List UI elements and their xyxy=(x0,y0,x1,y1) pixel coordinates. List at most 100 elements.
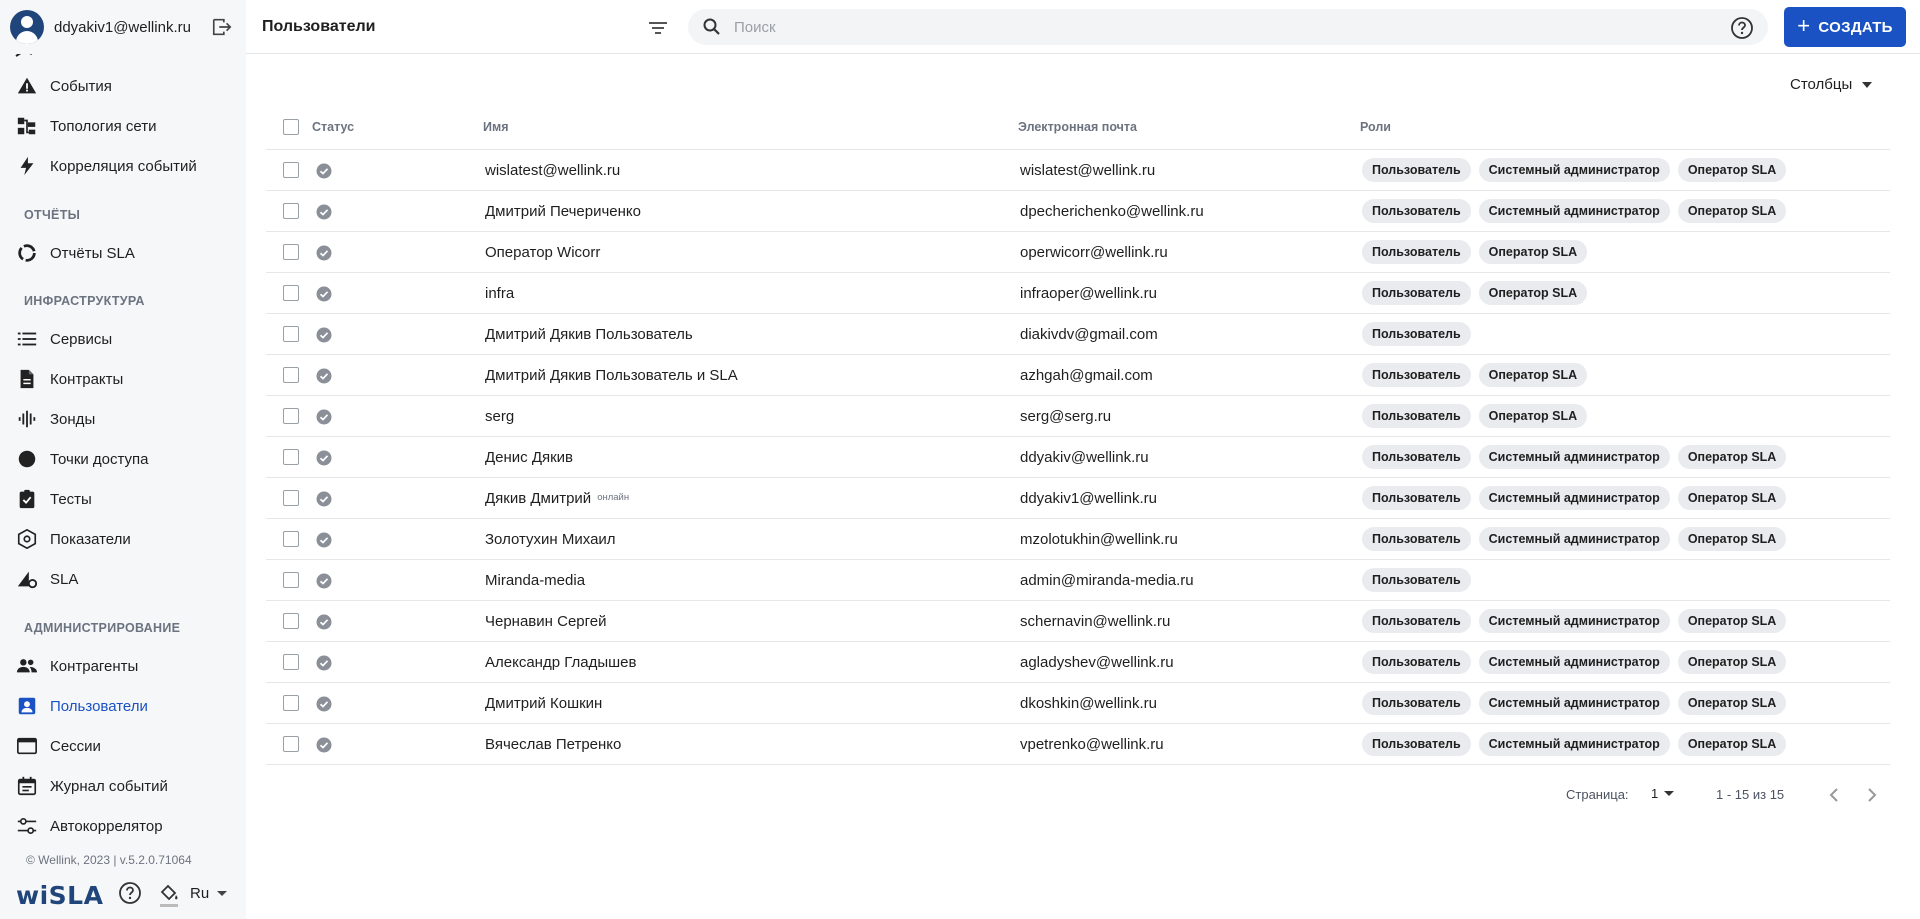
row-checkbox[interactable] xyxy=(283,531,299,547)
copyright: © Wellink, 2023 | v.5.2.0.71064 xyxy=(26,853,192,867)
sidebar-item-sla[interactable]: SLA xyxy=(0,559,246,599)
status-active-icon xyxy=(316,737,332,753)
row-checkbox[interactable] xyxy=(283,572,299,588)
sidebar-item-services[interactable]: Сервисы xyxy=(0,319,246,359)
people-icon xyxy=(16,655,38,677)
chevron-down-icon xyxy=(217,891,228,896)
row-checkbox[interactable] xyxy=(283,736,299,752)
prev-page-icon[interactable] xyxy=(1824,784,1844,806)
table-row[interactable]: Дмитрий Печериченко dpecherichenko@wellin… xyxy=(266,191,1890,232)
window-icon xyxy=(16,735,38,757)
sidebar-item-event-log[interactable]: Журнал событий xyxy=(0,766,246,806)
logout-icon[interactable] xyxy=(211,16,233,38)
role-chip: Системный администратор xyxy=(1478,650,1670,674)
role-chip: Оператор SLA xyxy=(1478,404,1588,428)
sidebar-item-label: События xyxy=(50,77,112,95)
row-checkbox[interactable] xyxy=(283,695,299,711)
sidebar-item-access-points[interactable]: Точки доступа xyxy=(0,439,246,479)
user-name-cell: Дмитрий Кошкин xyxy=(485,695,602,712)
role-chip: Оператор SLA xyxy=(1677,486,1787,510)
roles-cell: Пользователь xyxy=(1362,322,1471,346)
sidebar-item-tests[interactable]: Тесты xyxy=(0,479,246,519)
avatar[interactable] xyxy=(10,10,44,44)
column-header-email[interactable]: Электронная почта xyxy=(1018,120,1137,134)
user-name-cell: Оператор Wicorr xyxy=(485,244,600,261)
row-checkbox[interactable] xyxy=(283,449,299,465)
user-name: wislatest@wellink.ru xyxy=(485,162,621,179)
user-email-cell: admin@miranda-media.ru xyxy=(1020,572,1194,589)
table-row[interactable]: Чернавин Сергей schernavin@wellink.ru Поль… xyxy=(266,601,1890,642)
table-row[interactable]: Дмитрий Кошкин dkoshkin@wellink.ru Пользов… xyxy=(266,683,1890,724)
column-header-name[interactable]: Имя xyxy=(483,120,509,134)
next-page-icon[interactable] xyxy=(1862,784,1882,806)
table-row[interactable]: Золотухин Михаил mzolotukhin@wellink.ru По… xyxy=(266,519,1890,560)
user-name: Дмитрий Дякив Пользователь и SLA xyxy=(485,367,738,384)
status-active-icon xyxy=(316,286,332,302)
row-checkbox[interactable] xyxy=(283,244,299,260)
table-row[interactable]: Александр Гладышев agladyshev@wellink.ru П… xyxy=(266,642,1890,683)
columns-button[interactable]: Столбцы xyxy=(1790,76,1873,93)
row-checkbox[interactable] xyxy=(283,203,299,219)
section-admin: АДМИНИСТРИРОВАНИЕ xyxy=(24,621,181,635)
row-checkbox[interactable] xyxy=(283,408,299,424)
row-checkbox[interactable] xyxy=(283,326,299,342)
sidebar-item-contractors[interactable]: Контрагенты xyxy=(0,646,246,686)
user-badge-icon xyxy=(16,695,38,717)
user-name-cell: Вячеслав Петренко xyxy=(485,736,621,753)
donut-chart-icon xyxy=(16,242,38,264)
search-input[interactable] xyxy=(734,9,1634,45)
page-select[interactable]: 1 xyxy=(1651,786,1675,801)
help-icon[interactable] xyxy=(118,881,142,905)
sidebar-item-metrics[interactable]: Показатели xyxy=(0,519,246,559)
row-checkbox[interactable] xyxy=(283,285,299,301)
role-chip: Оператор SLA xyxy=(1677,445,1787,469)
table-row[interactable]: Miranda-media admin@miranda-media.ru Польз… xyxy=(266,560,1890,601)
table-row[interactable]: serg serg@serg.ru Пользователь Оператор SLA xyxy=(266,396,1890,437)
roles-cell: Пользователь Системный администратор Опера… xyxy=(1362,445,1787,469)
table-row[interactable]: Дмитрий Дякив Пользователь diakivdv@gmail… xyxy=(266,314,1890,355)
table-row[interactable]: infra infraoper@wellink.ru Пользователь Опе… xyxy=(266,273,1890,314)
sidebar-item-events[interactable]: События xyxy=(0,66,246,106)
row-checkbox[interactable] xyxy=(283,162,299,178)
role-chip: Оператор SLA xyxy=(1677,650,1787,674)
column-header-status[interactable]: Статус xyxy=(312,120,354,134)
user-name-cell: Miranda-media xyxy=(485,572,585,589)
table-row[interactable]: Оператор Wicorr operwicorr@wellink.ru Поль… xyxy=(266,232,1890,273)
row-checkbox[interactable] xyxy=(283,367,299,383)
role-chip: Оператор SLA xyxy=(1677,199,1787,223)
paint-bucket-icon[interactable] xyxy=(158,883,180,907)
section-reports: ОТЧЁТЫ xyxy=(24,208,81,222)
filter-icon[interactable] xyxy=(646,17,670,39)
select-all-checkbox[interactable] xyxy=(283,119,299,135)
sidebar-item-users[interactable]: Пользователи xyxy=(0,686,246,726)
row-checkbox[interactable] xyxy=(283,613,299,629)
row-checkbox[interactable] xyxy=(283,490,299,506)
sidebar-item-contracts[interactable]: Контракты xyxy=(0,359,246,399)
document-icon xyxy=(16,368,38,390)
table-row[interactable]: Дякив Дмитрий онлайн ddyakiv1@wellink.ru По… xyxy=(266,478,1890,519)
create-button[interactable]: + СОЗДАТЬ xyxy=(1784,7,1906,47)
table-row[interactable]: Дмитрий Дякив Пользователь и SLA azhgah@g… xyxy=(266,355,1890,396)
sidebar-item-sla-reports[interactable]: Отчёты SLA xyxy=(0,233,246,273)
help-icon[interactable] xyxy=(1730,16,1754,40)
sidebar-item-correlation[interactable]: Корреляция событий xyxy=(0,146,246,186)
table-row[interactable]: Вячеслав Петренко vpetrenko@wellink.ru Пол… xyxy=(266,724,1890,765)
language-select[interactable]: Ru xyxy=(190,885,228,902)
role-chip: Системный администратор xyxy=(1478,158,1670,182)
table-row[interactable]: wislatest@wellink.ru wislatest@wellink.ru… xyxy=(266,150,1890,191)
clipboard-check-icon xyxy=(16,488,38,510)
sidebar-item-topology[interactable]: Топология сети xyxy=(0,106,246,146)
partial-nav-icon xyxy=(15,54,32,57)
sidebar-item-autocorrelator[interactable]: Автокоррелятор xyxy=(0,806,246,841)
table-row[interactable]: Денис Дякив ddyakiv@wellink.ru Пользовател… xyxy=(266,437,1890,478)
sidebar: ddyakiv1@wellink.ru События Топология се… xyxy=(0,0,246,919)
row-checkbox[interactable] xyxy=(283,654,299,670)
user-name-cell: Александр Гладышев xyxy=(485,654,636,671)
column-header-roles[interactable]: Роли xyxy=(1360,120,1391,134)
language-label: Ru xyxy=(190,885,210,902)
user-name: Miranda-media xyxy=(485,572,586,589)
user-email-cell: agladyshev@wellink.ru xyxy=(1020,654,1174,671)
sidebar-item-probes[interactable]: Зонды xyxy=(0,399,246,439)
role-chip: Системный администратор xyxy=(1478,445,1670,469)
sidebar-item-sessions[interactable]: Сессии xyxy=(0,726,246,766)
